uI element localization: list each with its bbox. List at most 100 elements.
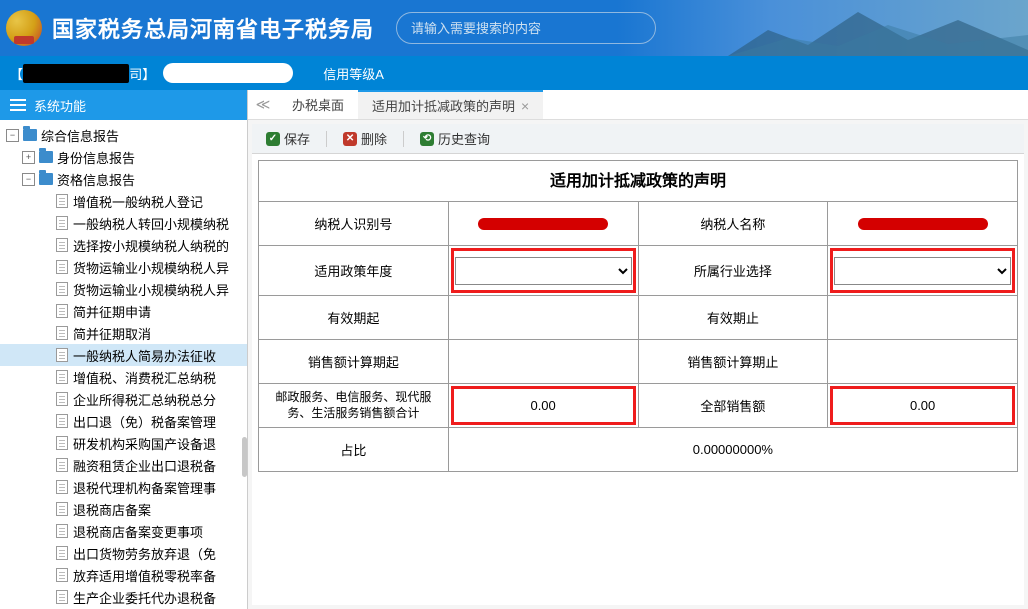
tree-item[interactable]: 企业所得税汇总纳税总分 (0, 388, 247, 410)
delete-icon: ✕ (343, 132, 357, 146)
scrollbar-thumb[interactable] (242, 437, 247, 477)
document-icon (56, 502, 68, 516)
separator (326, 131, 327, 147)
value-taxpayer-id (448, 202, 638, 246)
tree-item[interactable]: 增值税一般纳税人登记 (0, 190, 247, 212)
expander-minus-icon[interactable]: − (22, 173, 35, 186)
site-header: 国家税务总局河南省电子税务局 (0, 0, 1028, 56)
value-total-sales[interactable]: 0.00 (828, 384, 1018, 428)
tree-item[interactable]: 货物运输业小规模纳税人异 (0, 278, 247, 300)
tree-item[interactable]: 融资租赁企业出口退税备 (0, 454, 247, 476)
tab-desktop[interactable]: 办税桌面 (278, 90, 358, 119)
value-valid-to (828, 296, 1018, 340)
save-button[interactable]: ✓ 保存 (260, 127, 316, 150)
folder-icon (23, 129, 37, 141)
document-icon (56, 480, 68, 494)
site-title: 国家税务总局河南省电子税务局 (52, 12, 374, 44)
tree-item-label: 退税商店备案 (73, 500, 151, 519)
redacted-value (858, 218, 988, 230)
tab-declaration[interactable]: 适用加计抵减政策的声明 × (358, 90, 543, 119)
tree-label: 身份信息报告 (57, 148, 135, 167)
cell-policy-year (448, 246, 638, 296)
tree-item[interactable]: 增值税、消费税汇总纳税 (0, 366, 247, 388)
label-ratio: 占比 (259, 428, 449, 472)
tree-item-label: 退税代理机构备案管理事 (73, 478, 216, 497)
tree-item[interactable]: 研发机构采购国产设备退 (0, 432, 247, 454)
tree-root[interactable]: − 综合信息报告 (0, 124, 247, 146)
delete-button[interactable]: ✕ 删除 (337, 127, 393, 150)
collapse-sidebar-icon[interactable]: ≪ (248, 90, 278, 119)
main-area: ≪ 办税桌面 适用加计抵减政策的声明 × ✓ 保存 ✕ 删除 ⟲ 历史查询 (248, 90, 1028, 609)
tree-label: 资格信息报告 (57, 170, 135, 189)
close-icon[interactable]: × (521, 98, 529, 114)
document-icon (56, 392, 68, 406)
label-total-sales: 全部销售额 (638, 384, 828, 428)
document-icon (56, 370, 68, 384)
policy-year-select[interactable] (455, 257, 632, 285)
history-label: 历史查询 (438, 129, 490, 148)
label-sales-from: 销售额计算期起 (259, 340, 449, 384)
label-industry: 所属行业选择 (638, 246, 828, 296)
tree-group-identity[interactable]: + 身份信息报告 (0, 146, 247, 168)
tree-item-label: 融资租赁企业出口退税备 (73, 456, 216, 475)
value-taxpayer-name (828, 202, 1018, 246)
tree-item[interactable]: 出口货物劳务放弃退（免 (0, 542, 247, 564)
history-icon: ⟲ (420, 132, 434, 146)
tree-item[interactable]: 出口退（免）税备案管理 (0, 410, 247, 432)
document-icon (56, 590, 68, 604)
tree-item-label: 出口货物劳务放弃退（免 (73, 544, 216, 563)
search-input[interactable] (396, 12, 656, 44)
tree-item[interactable]: 一般纳税人转回小规模纳税 (0, 212, 247, 234)
document-icon (56, 348, 68, 362)
tree-item-label: 退税商店备案变更事项 (73, 522, 203, 541)
menu-icon (10, 99, 26, 111)
document-icon (56, 194, 68, 208)
tab-bar: ≪ 办税桌面 适用加计抵减政策的声明 × (248, 90, 1028, 120)
sub-header: 【 ■■■■■■■■■■■■ 司】 信用等级A (0, 56, 1028, 90)
label-valid-to: 有效期止 (638, 296, 828, 340)
tree-item-label: 一般纳税人简易办法征收 (73, 346, 216, 365)
cell-industry (828, 246, 1018, 296)
sidebar: 系统功能 − 综合信息报告 + 身份信息报告 − 资格信息报告 增值税一般纳税人… (0, 90, 248, 609)
expander-minus-icon[interactable]: − (6, 129, 19, 142)
document-icon (56, 326, 68, 340)
tree-item[interactable]: 选择按小规模纳税人纳税的 (0, 234, 247, 256)
tree-item[interactable]: 简并征期申请 (0, 300, 247, 322)
label-policy-year: 适用政策年度 (259, 246, 449, 296)
label-taxpayer-name: 纳税人名称 (638, 202, 828, 246)
tree-item[interactable]: 退税商店备案变更事项 (0, 520, 247, 542)
delete-label: 删除 (361, 129, 387, 148)
expander-plus-icon[interactable]: + (22, 151, 35, 164)
tree-group-qualification[interactable]: − 资格信息报告 (0, 168, 247, 190)
tree-item-label: 增值税一般纳税人登记 (73, 192, 203, 211)
tree-item[interactable]: 简并征期取消 (0, 322, 247, 344)
tree-item[interactable]: 退税商店备案 (0, 498, 247, 520)
document-icon (56, 414, 68, 428)
tree-item-label: 放弃适用增值税零税率备 (73, 566, 216, 585)
label-valid-from: 有效期起 (259, 296, 449, 340)
tree-item[interactable]: 货物运输业小规模纳税人异 (0, 256, 247, 278)
tree-item[interactable]: 一般纳税人简易办法征收 (0, 344, 247, 366)
history-button[interactable]: ⟲ 历史查询 (414, 127, 496, 150)
value-sales-from (448, 340, 638, 384)
document-icon (56, 260, 68, 274)
value-service-sales[interactable]: 0.00 (448, 384, 638, 428)
tree-item[interactable]: 退税代理机构备案管理事 (0, 476, 247, 498)
declaration-form: 纳税人识别号 纳税人名称 适用政策年度 所属行业选择 (258, 201, 1018, 472)
tree-label: 综合信息报告 (41, 126, 119, 145)
separator (403, 131, 404, 147)
tree-item[interactable]: 放弃适用增值税零税率备 (0, 564, 247, 586)
tree-item-label: 简并征期申请 (73, 302, 151, 321)
tree-item-label: 选择按小规模纳税人纳税的 (73, 236, 229, 255)
tree-item-label: 出口退（免）税备案管理 (73, 412, 216, 431)
document-icon (56, 436, 68, 450)
tax-logo (6, 10, 42, 46)
tree-item-label: 简并征期取消 (73, 324, 151, 343)
industry-select[interactable] (834, 257, 1011, 285)
redacted-value (478, 218, 608, 230)
save-label: 保存 (284, 129, 310, 148)
folder-icon (39, 151, 53, 163)
document-icon (56, 238, 68, 252)
tree-item-label: 一般纳税人转回小规模纳税 (73, 214, 229, 233)
tree-item[interactable]: 生产企业委托代办退税备 (0, 586, 247, 608)
